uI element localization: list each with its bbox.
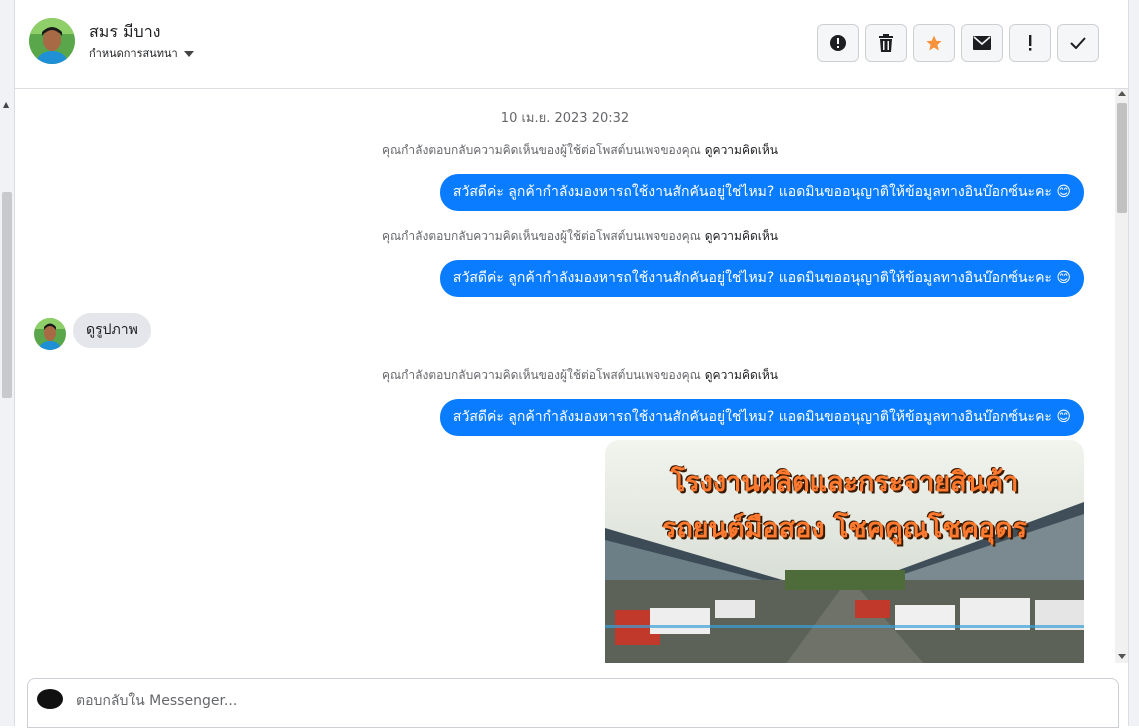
caret-down-icon (183, 51, 194, 57)
view-comment-link[interactable]: ดูความคิดเห็น (705, 368, 778, 382)
page-scrollbar[interactable] (1128, 0, 1139, 726)
star-button[interactable] (913, 24, 955, 62)
outgoing-message[interactable]: สวัสดีค่ะ ลูกค้ากำลังมองหารถใช้งานสักคัน… (439, 174, 1084, 211)
image-attachment[interactable]: โรงงานผลิตและกระจายสินค้า รถยนต์มือสอง โ… (605, 440, 1084, 663)
conversation-header: สมร มีบาง กำหนดการสนทนา (15, 0, 1129, 89)
conversation-actions (817, 24, 1099, 62)
mark-done-button[interactable] (1057, 24, 1099, 62)
view-comment-link[interactable]: ดูความคิดเห็น (705, 143, 778, 157)
star-icon (926, 35, 942, 51)
contact-avatar-small[interactable] (34, 318, 66, 350)
view-comment-link[interactable]: ดูความคิดเห็น (705, 229, 778, 243)
alert-circle-icon (830, 35, 846, 51)
outgoing-message[interactable]: สวัสดีค่ะ ลูกค้ากำลังมองหารถใช้งานสักคัน… (439, 399, 1084, 436)
incoming-message[interactable]: ดูรูปภาพ (73, 313, 151, 348)
envelope-icon (973, 36, 991, 50)
message-thread[interactable]: 10 เม.ย. 2023 20:32 คุณกำลังตอบกลับความค… (15, 89, 1115, 663)
reply-context-note: คุณกำลังตอบกลับความคิดเห็นของผู้ใช้ต่อโพ… (382, 366, 778, 385)
reply-composer (27, 678, 1119, 728)
reply-context-note: คุณกำลังตอบกลับความคิดเห็นของผู้ใช้ต่อโพ… (382, 227, 778, 246)
context-text: คุณกำลังตอบกลับความคิดเห็นของผู้ใช้ต่อโพ… (382, 229, 701, 243)
outgoing-message[interactable]: สวัสดีค่ะ ลูกค้ากำลังมองหารถใช้งานสักคัน… (439, 260, 1084, 297)
thread-scrollbar-thumb[interactable] (1117, 103, 1127, 213)
reply-context-note: คุณกำลังตอบกลับความคิดเห็นของผู้ใช้ต่อโพ… (382, 141, 778, 160)
scroll-up-icon[interactable] (1118, 91, 1126, 96)
thread-scrollbar[interactable] (1115, 89, 1129, 663)
mark-spam-button[interactable] (817, 24, 859, 62)
context-text: คุณกำลังตอบกลับความคิดเห็นของผู้ใช้ต่อโพ… (382, 143, 701, 157)
message-timestamp: 10 เม.ย. 2023 20:32 (500, 111, 630, 126)
image-headline-2: รถยนต์มือสอง โชคคูณโชคอุดร (661, 513, 1028, 544)
context-text: คุณกำลังตอบกลับความคิดเห็นของผู้ใช้ต่อโพ… (382, 368, 701, 382)
image-headline-1: โรงงานผลิตและกระจายสินค้า (670, 467, 1019, 498)
assign-conversation-dropdown[interactable]: กำหนดการสนทนา (89, 44, 194, 62)
contact-name[interactable]: สมร มีบาง (89, 20, 161, 45)
check-icon (1070, 37, 1086, 49)
delete-button[interactable] (865, 24, 907, 62)
assign-conversation-label: กำหนดการสนทนา (89, 47, 178, 60)
scroll-up-arrow-icon[interactable]: ▲ (3, 100, 9, 109)
trash-icon (879, 34, 893, 52)
left-scrollbar-thumb[interactable] (2, 192, 12, 398)
page-avatar (37, 689, 63, 709)
contact-avatar[interactable] (29, 18, 75, 64)
exclamation-icon (1029, 35, 1032, 51)
scroll-down-icon[interactable] (1118, 654, 1126, 659)
reply-input[interactable] (74, 687, 1078, 715)
left-panel-scrollbar[interactable]: ▲ (0, 0, 15, 726)
follow-up-button[interactable] (1009, 24, 1051, 62)
mark-unread-button[interactable] (961, 24, 1003, 62)
